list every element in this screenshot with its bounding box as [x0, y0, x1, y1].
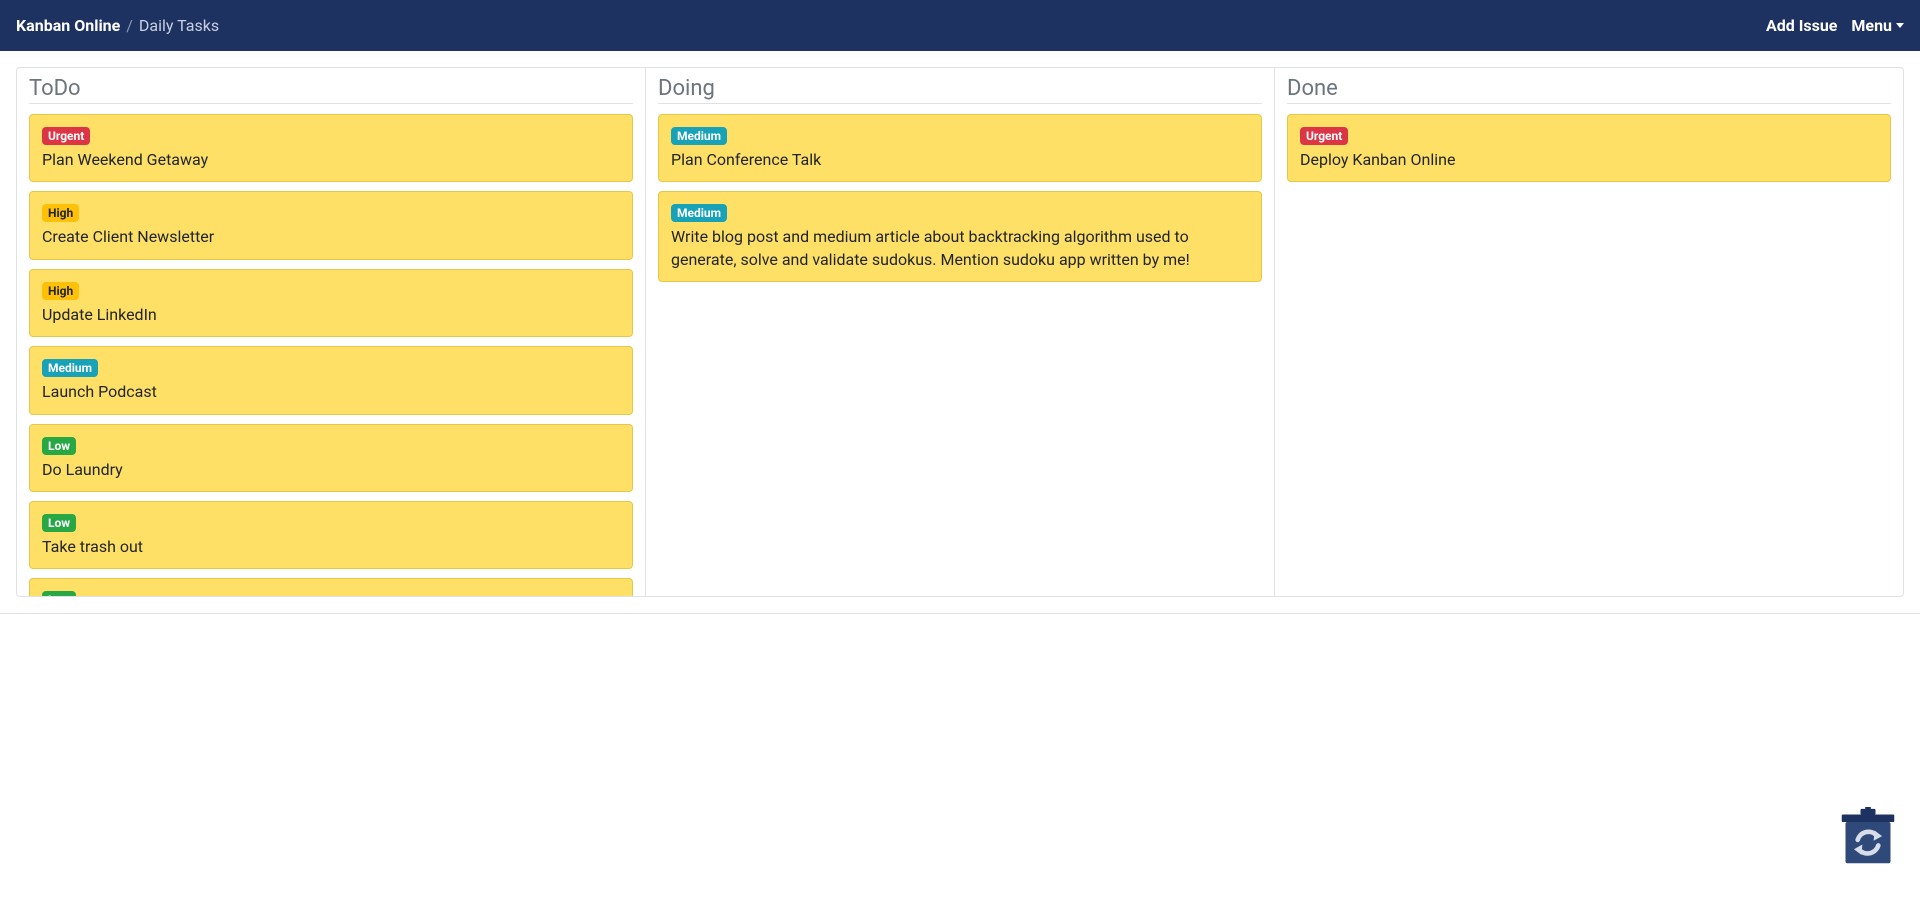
priority-badge: Medium — [671, 127, 727, 145]
priority-badge: Low — [42, 437, 76, 455]
kanban-card[interactable]: Medium Write blog post and medium article… — [658, 191, 1262, 282]
breadcrumb: Kanban Online / Daily Tasks — [16, 16, 219, 35]
add-issue-button[interactable]: Add Issue — [1766, 16, 1837, 35]
navbar: Kanban Online / Daily Tasks Add Issue Me… — [0, 0, 1920, 51]
column-title: Done — [1287, 68, 1891, 104]
priority-badge: High — [42, 282, 79, 300]
priority-badge: Urgent — [42, 127, 90, 145]
priority-badge: Medium — [671, 204, 727, 222]
card-text: Launch Podcast — [42, 381, 620, 403]
kanban-card[interactable]: LowCheck url archive — [29, 578, 633, 596]
navbar-right: Add Issue Menu — [1766, 16, 1904, 35]
column-title: ToDo — [29, 68, 633, 104]
priority-badge: Medium — [42, 359, 98, 377]
card-text: Plan Conference Talk — [671, 149, 1249, 171]
kanban-card[interactable]: High Create Client Newsletter — [29, 191, 633, 259]
board-name[interactable]: Daily Tasks — [139, 16, 219, 35]
kanban-card[interactable]: Low Take trash out — [29, 501, 633, 569]
menu-label: Menu — [1851, 16, 1892, 35]
kanban-card[interactable]: High Update LinkedIn — [29, 269, 633, 337]
kanban-column[interactable]: Done Urgent Deploy Kanban Online — [1275, 68, 1903, 596]
card-text: Plan Weekend Getaway — [42, 149, 620, 171]
kanban-card[interactable]: Urgent Deploy Kanban Online — [1287, 114, 1891, 182]
kanban-board: ToDo Urgent Plan Weekend Getaway High Create… — [16, 67, 1904, 597]
kanban-card[interactable]: Low Do Laundry — [29, 424, 633, 492]
kanban-column[interactable]: ToDo Urgent Plan Weekend Getaway High Create… — [17, 68, 646, 596]
card-text: Update LinkedIn — [42, 304, 620, 326]
breadcrumb-separator: / — [126, 16, 133, 35]
chevron-down-icon — [1896, 23, 1904, 28]
card-text: Do Laundry — [42, 459, 620, 481]
card-text: Write blog post and medium article about… — [671, 226, 1249, 271]
priority-badge: High — [42, 204, 79, 222]
priority-badge: Low — [42, 514, 76, 532]
brand-link[interactable]: Kanban Online — [16, 16, 120, 35]
card-text: Create Client Newsletter — [42, 226, 620, 248]
card-text: Take trash out — [42, 536, 620, 558]
trash-dropzone[interactable] — [1838, 807, 1898, 871]
column-title: Doing — [658, 68, 1262, 104]
card-text: Deploy Kanban Online — [1300, 149, 1878, 171]
kanban-card[interactable]: Urgent Plan Weekend Getaway — [29, 114, 633, 182]
recycle-bin-icon — [1838, 807, 1898, 867]
priority-badge: Urgent — [1300, 127, 1348, 145]
menu-dropdown[interactable]: Menu — [1851, 16, 1904, 35]
kanban-card[interactable]: Medium Launch Podcast — [29, 346, 633, 414]
board-container: ToDo Urgent Plan Weekend Getaway High Create… — [0, 51, 1920, 614]
kanban-column[interactable]: Doing Medium Plan Conference Talk Medium Wri… — [646, 68, 1275, 596]
priority-badge: Low — [42, 591, 76, 596]
kanban-card[interactable]: Medium Plan Conference Talk — [658, 114, 1262, 182]
